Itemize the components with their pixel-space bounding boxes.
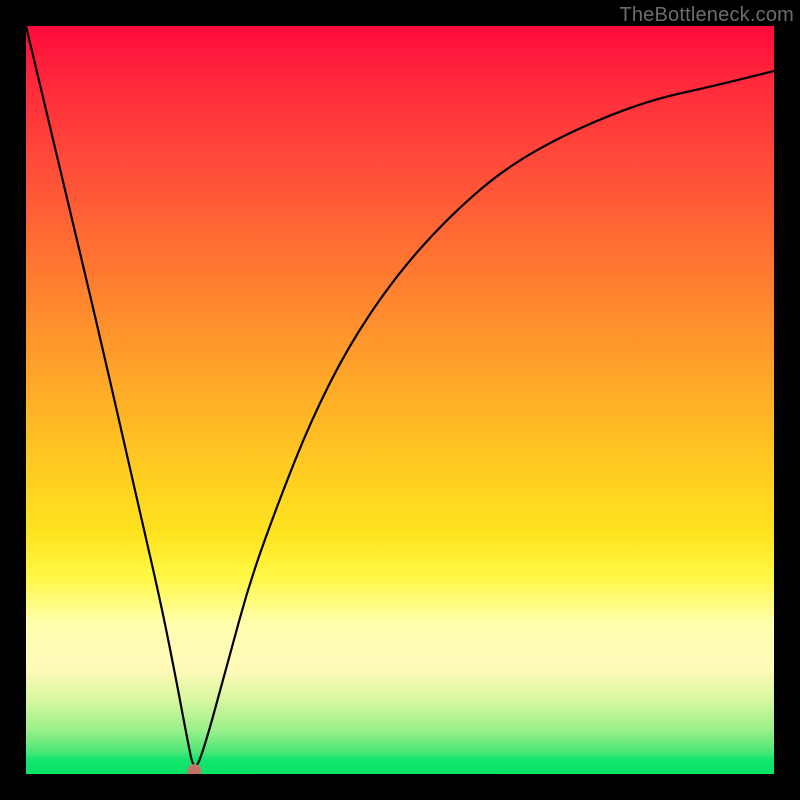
optimal-point-marker <box>187 764 201 774</box>
bottleneck-curve <box>26 26 774 766</box>
chart-frame: TheBottleneck.com <box>0 0 800 800</box>
curve-layer <box>26 26 774 774</box>
watermark-label: TheBottleneck.com <box>619 4 794 27</box>
plot-area <box>26 26 774 774</box>
